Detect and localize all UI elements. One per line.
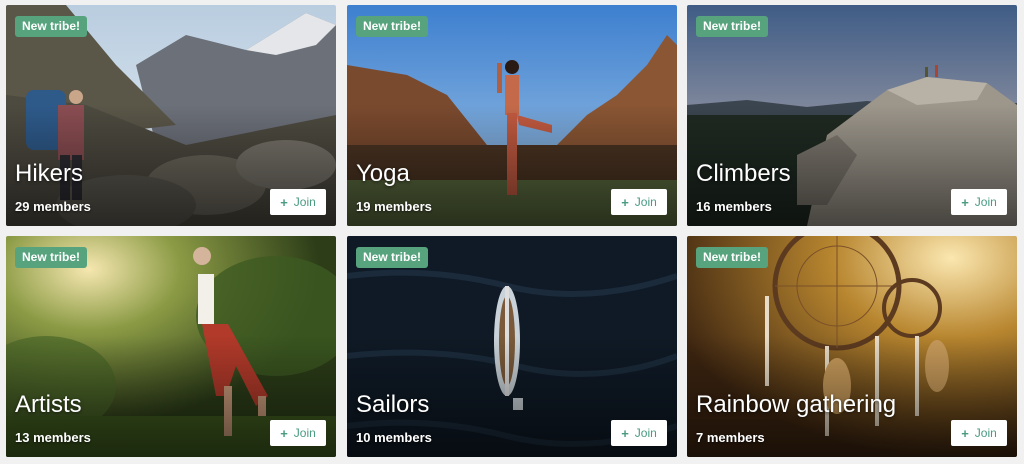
tribe-name: Sailors — [356, 391, 430, 418]
join-label: Join — [634, 195, 657, 209]
tribe-card-yoga[interactable]: New tribe! Yoga 19 members + Join — [347, 5, 677, 226]
join-label: Join — [974, 426, 997, 440]
join-label: Join — [293, 426, 316, 440]
new-tribe-badge: New tribe! — [696, 247, 769, 268]
member-count: 16 members — [696, 199, 772, 214]
new-tribe-badge: New tribe! — [15, 16, 88, 37]
plus-icon: + — [621, 425, 629, 441]
plus-icon: + — [621, 194, 629, 210]
join-button[interactable]: + Join — [611, 420, 667, 446]
plus-icon: + — [961, 194, 969, 210]
member-count: 10 members — [356, 430, 432, 445]
tribe-card-climbers[interactable]: New tribe! Climbers 16 members + Join — [687, 5, 1017, 226]
tribe-card-rainbow-gathering[interactable]: New tribe! Rainbow gathering 7 members +… — [687, 236, 1017, 457]
tribe-name: Artists — [15, 391, 82, 418]
join-button[interactable]: + Join — [270, 189, 326, 215]
join-button[interactable]: + Join — [951, 189, 1007, 215]
member-count: 19 members — [356, 199, 432, 214]
member-count: 7 members — [696, 430, 765, 445]
new-tribe-badge: New tribe! — [356, 247, 429, 268]
plus-icon: + — [280, 194, 288, 210]
plus-icon: + — [280, 425, 288, 441]
join-button[interactable]: + Join — [270, 420, 326, 446]
tribes-grid: New tribe! Hikers 29 members + Join New … — [0, 0, 1024, 464]
new-tribe-badge: New tribe! — [15, 247, 88, 268]
new-tribe-badge: New tribe! — [356, 16, 429, 37]
tribe-name: Hikers — [15, 160, 84, 187]
join-label: Join — [974, 195, 997, 209]
member-count: 29 members — [15, 199, 91, 214]
tribe-card-hikers[interactable]: New tribe! Hikers 29 members + Join — [6, 5, 336, 226]
tribe-card-sailors[interactable]: New tribe! Sailors 10 members + Join — [347, 236, 677, 457]
join-label: Join — [293, 195, 316, 209]
tribe-name: Rainbow gathering — [696, 391, 897, 418]
join-label: Join — [634, 426, 657, 440]
join-button[interactable]: + Join — [611, 189, 667, 215]
tribe-name: Yoga — [356, 160, 410, 187]
tribe-name: Climbers — [696, 160, 791, 187]
tribe-card-artists[interactable]: New tribe! Artists 13 members + Join — [6, 236, 336, 457]
member-count: 13 members — [15, 430, 91, 445]
join-button[interactable]: + Join — [951, 420, 1007, 446]
new-tribe-badge: New tribe! — [696, 16, 769, 37]
plus-icon: + — [961, 425, 969, 441]
